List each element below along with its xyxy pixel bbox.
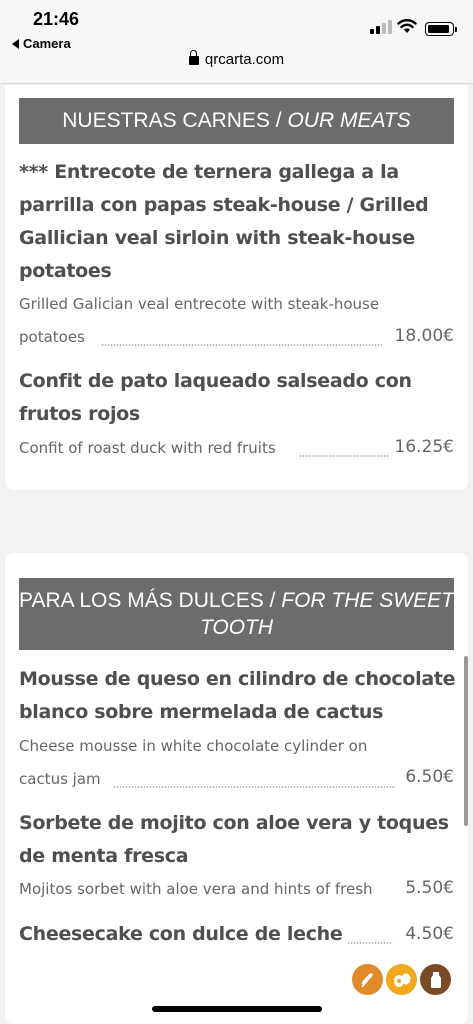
milk-icon[interactable] xyxy=(420,964,451,995)
menu-item-price: 6.50€ xyxy=(405,767,454,787)
back-arrow-icon xyxy=(12,39,19,49)
battery-icon xyxy=(425,22,457,36)
menu-item-description: Grilled Galician veal entrecote with ste… xyxy=(19,295,380,313)
lock-icon xyxy=(188,50,199,65)
egg-icon[interactable] xyxy=(386,964,417,995)
leader-dots xyxy=(101,344,383,346)
menu-section-desserts: PARA LOS MÁS DULCES / FOR THE SWEET TOOT… xyxy=(5,553,468,1024)
cellular-signal-icon xyxy=(370,20,394,34)
menu-item-description: Mojitos sorbet with aloe vera and hints … xyxy=(19,880,373,898)
home-indicator[interactable] xyxy=(152,1006,322,1012)
scrollbar[interactable] xyxy=(464,656,468,826)
menu-item-price: 16.25€ xyxy=(394,437,454,457)
menu-item-price: 4.50€ xyxy=(405,924,454,944)
allergen-icons xyxy=(352,964,451,995)
menu-item-name[interactable]: Cheesecake con dulce de leche xyxy=(19,918,349,951)
address-bar[interactable]: qrcarta.com xyxy=(0,50,473,68)
status-bar: 21:46 Camera qrcarta.com xyxy=(0,0,473,84)
gluten-icon[interactable] xyxy=(352,964,383,995)
menu-item-price: 5.50€ xyxy=(405,878,454,898)
menu-item-name[interactable]: *** Entrecote de ternera gallega a la pa… xyxy=(19,156,459,288)
menu-item-description: Confit of roast duck with red fruits xyxy=(19,439,276,457)
menu-item-description: Cheese mousse in white chocolate cylinde… xyxy=(19,737,368,755)
menu-section-meats: NUESTRAS CARNES / OUR MEATS *** Entrecot… xyxy=(5,85,468,490)
wifi-icon xyxy=(397,19,417,33)
section-title-en: OUR MEATS xyxy=(287,109,411,132)
menu-item-description-cont: cactus jam xyxy=(19,770,101,788)
menu-item-description-cont: potatoes xyxy=(19,328,85,346)
leader-dots xyxy=(347,942,393,944)
menu-item-price: 18.00€ xyxy=(394,326,454,346)
leader-dots xyxy=(113,786,395,788)
clock: 21:46 xyxy=(33,9,80,29)
menu-item-name[interactable]: Confit de pato laqueado salseado con fru… xyxy=(19,365,459,431)
back-to-app-button[interactable]: Camera xyxy=(12,36,71,51)
leader-dots xyxy=(299,455,389,457)
back-label: Camera xyxy=(23,36,71,51)
menu-item-name[interactable]: Sorbete de mojito con aloe vera y toques… xyxy=(19,807,459,873)
section-header: PARA LOS MÁS DULCES / FOR THE SWEET TOOT… xyxy=(19,578,454,650)
section-title: PARA LOS MÁS DULCES xyxy=(19,589,264,612)
section-title: NUESTRAS CARNES xyxy=(62,109,270,132)
section-header: NUESTRAS CARNES / OUR MEATS xyxy=(19,98,454,144)
url-text: qrcarta.com xyxy=(204,51,285,68)
menu-item-name[interactable]: Mousse de queso en cilindro de chocolate… xyxy=(19,663,459,729)
